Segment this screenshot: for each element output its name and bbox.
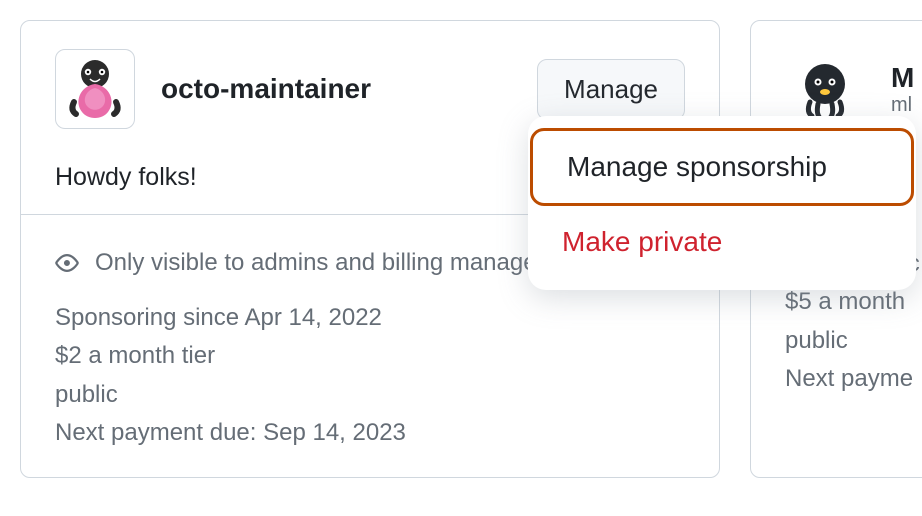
- tier-info: $2 a month tier: [55, 337, 685, 375]
- avatar: [55, 49, 135, 129]
- menu-make-private[interactable]: Make private: [528, 206, 916, 278]
- user-handle: ml: [891, 94, 914, 117]
- username: octo-maintainer: [161, 73, 371, 105]
- privacy-info: public: [55, 376, 685, 414]
- visibility-note: Only visible to admins and billing manag…: [95, 249, 557, 277]
- eye-icon: [55, 251, 79, 275]
- next-payment: Next payme: [785, 360, 922, 398]
- menu-manage-sponsorship[interactable]: Manage sponsorship: [530, 128, 914, 206]
- sponsoring-since: Sponsoring since Apr 14, 2022: [55, 299, 685, 337]
- manage-button[interactable]: Manage: [537, 59, 685, 120]
- username: M: [891, 62, 914, 94]
- manage-dropdown: Manage sponsorship Make private: [528, 116, 916, 290]
- next-payment: Next payment due: Sep 14, 2023: [55, 414, 685, 452]
- privacy-info: public: [785, 322, 922, 360]
